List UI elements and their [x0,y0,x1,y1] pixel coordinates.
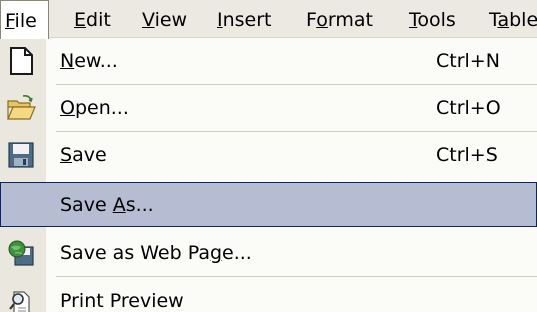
menu-table[interactable]: Table [489,0,537,38]
menu-divider [56,276,537,277]
menu-format-text-post: rmat [327,9,373,31]
new-document-icon [6,46,36,76]
menu-view-accelerator: V [142,9,155,31]
open-label-accelerator: O [60,97,75,119]
web-page-label-accelerator: g [209,242,223,264]
menu-item-new-shortcut: Ctrl+N [436,50,500,72]
menu-tools-text-post: ools [417,9,456,31]
menu-item-save-label: Save [60,132,107,178]
menu-insert[interactable]: Insert [217,0,272,38]
web-page-label-pre: Save as Web Pa [60,242,210,264]
save-as-label-post: s... [125,194,154,216]
print-preview-icon [6,286,36,312]
word-window: File Edit View Insert Format Tools Table… [0,0,537,312]
menu-item-print-preview-label: Print Preview [60,278,184,312]
menu-file-accelerator: F [5,10,15,32]
menu-item-save-as-label: Save As... [60,182,154,228]
save-floppy-icon [6,140,36,170]
menu-file[interactable]: File [0,0,49,39]
menu-table-text-post: ble [509,9,537,31]
menu-item-new-label: New... [60,38,118,84]
menu-tools[interactable]: Tools [409,0,456,38]
save-as-label-pre: Save [60,194,113,216]
menu-format[interactable]: Format [306,0,373,38]
menu-item-open[interactable]: Open... Ctrl+O [0,85,537,131]
menu-view-text-post: iew [154,9,188,31]
menu-format-accelerator: o [316,9,328,31]
menu-edit[interactable]: Edit [74,0,111,38]
menu-insert-text-post: nsert [222,9,272,31]
menu-item-print-preview[interactable]: Print Preview [0,278,537,312]
menu-item-save-shortcut: Ctrl+S [436,144,498,166]
open-label-post: pen... [74,97,129,119]
save-label-post: ave [72,144,107,166]
print-preview-label-pre: Print Preview [60,290,184,312]
menu-item-save-as[interactable]: Save As... [0,182,537,227]
save-as-label-accelerator: A [112,194,126,216]
new-label-post: ew... [74,50,118,72]
menu-view[interactable]: View [142,0,187,38]
menu-item-save-as-web-page[interactable]: Save as Web Page... [0,230,537,276]
menu-item-save-as-web-page-label: Save as Web Page... [60,230,252,276]
menu-item-new[interactable]: New... Ctrl+N [0,38,537,84]
menu-item-save[interactable]: Save Ctrl+S [0,132,537,178]
open-folder-icon [6,93,36,123]
menu-table-accelerator: a [497,9,510,31]
menu-edit-text-post: dit [86,9,111,31]
menu-bar: File Edit View Insert Format Tools Table [0,0,537,39]
menu-item-open-shortcut: Ctrl+O [436,97,501,119]
menu-item-open-label: Open... [60,85,129,131]
menu-edit-accelerator: E [74,9,87,31]
menu-format-text-pre: F [306,9,317,31]
save-label-accelerator: S [60,144,73,166]
web-page-label-post: e... [222,242,252,264]
menu-file-text-post: ile [14,10,37,32]
save-web-page-icon [6,238,36,268]
file-menu-dropdown: New... Ctrl+N Open... Ctrl+O Save Ctrl+S… [0,38,537,312]
new-label-accelerator: N [60,50,75,72]
